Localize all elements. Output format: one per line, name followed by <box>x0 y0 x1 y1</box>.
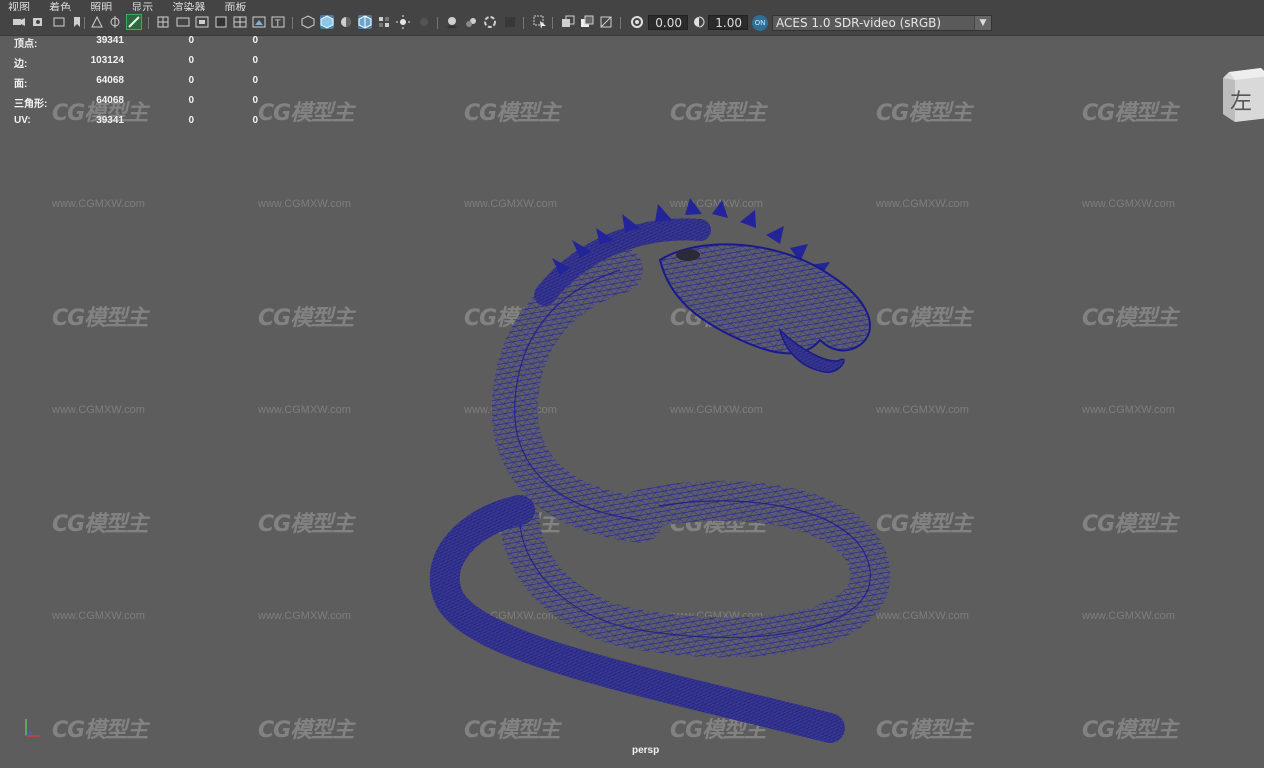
serpent-wireframe-model[interactable] <box>0 0 1264 768</box>
view-cube-face-label: 左 <box>1230 90 1253 115</box>
camera-name-label: persp <box>632 745 660 756</box>
axis-gizmo <box>25 719 40 737</box>
